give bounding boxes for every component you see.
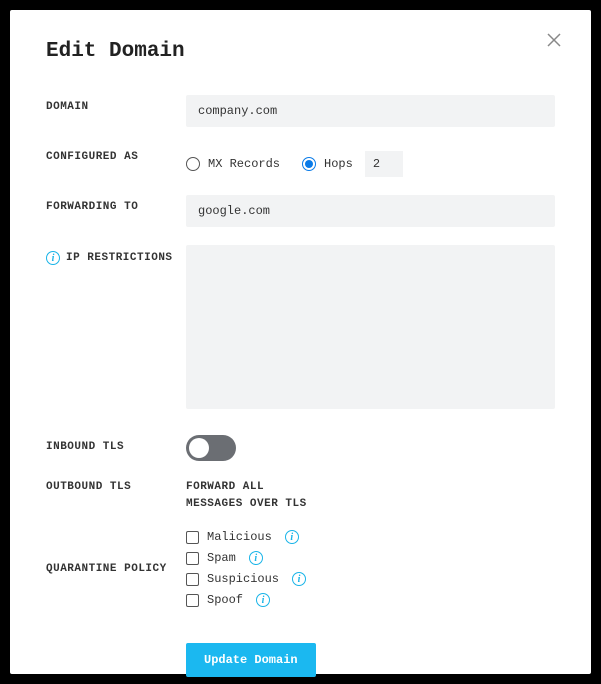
spam-label: Spam [207,551,236,565]
domain-input[interactable] [186,95,555,127]
row-outbound-tls: OUTBOUND TLS FORWARD ALL MESSAGES OVER T… [46,479,555,512]
malicious-label: Malicious [207,530,272,544]
forwarding-input[interactable] [186,195,555,227]
hops-input[interactable] [365,151,403,177]
suspicious-label: Suspicious [207,572,279,586]
quarantine-checkbox-list: Malicious i Spam i Suspicious i Spoof i [186,530,555,607]
info-icon[interactable]: i [256,593,270,607]
domain-label: DOMAIN [46,101,89,113]
row-configured-as: CONFIGURED AS MX Records Hops [46,145,555,177]
edit-domain-modal: Edit Domain DOMAIN CONFIGURED AS MX Reco… [10,10,591,674]
row-submit: Update Domain [46,625,555,677]
spam-checkbox[interactable] [186,552,199,565]
info-icon[interactable]: i [249,551,263,565]
quarantine-policy-label: QUARANTINE POLICY [46,563,167,575]
ip-restrictions-label: IP RESTRICTIONS [66,252,173,264]
update-domain-button[interactable]: Update Domain [186,643,316,677]
info-icon[interactable]: i [46,251,60,265]
mx-records-radio[interactable] [186,157,200,171]
modal-title: Edit Domain [46,40,555,63]
close-icon[interactable] [547,32,565,50]
row-domain: DOMAIN [46,95,555,127]
hops-label: Hops [324,157,353,171]
configured-as-label: CONFIGURED AS [46,151,138,163]
toggle-knob [189,438,209,458]
row-ip-restrictions: i IP RESTRICTIONS [46,245,555,413]
outbound-tls-description: FORWARD ALL MESSAGES OVER TLS [186,479,555,512]
info-icon[interactable]: i [292,572,306,586]
spoof-label: Spoof [207,593,243,607]
row-inbound-tls: INBOUND TLS [46,433,555,461]
configured-radio-group: MX Records Hops [186,145,555,177]
forwarding-to-label: FORWARDING TO [46,201,138,213]
hops-radio[interactable] [302,157,316,171]
row-quarantine-policy: QUARANTINE POLICY Malicious i Spam i Sus… [46,530,555,607]
outbound-tls-label: OUTBOUND TLS [46,481,131,493]
suspicious-checkbox[interactable] [186,573,199,586]
inbound-tls-label: INBOUND TLS [46,441,124,453]
info-icon[interactable]: i [285,530,299,544]
inbound-tls-toggle[interactable] [186,435,236,461]
ip-restrictions-input[interactable] [186,245,555,409]
mx-records-label: MX Records [208,157,280,171]
spoof-checkbox[interactable] [186,594,199,607]
row-forwarding-to: FORWARDING TO [46,195,555,227]
malicious-checkbox[interactable] [186,531,199,544]
